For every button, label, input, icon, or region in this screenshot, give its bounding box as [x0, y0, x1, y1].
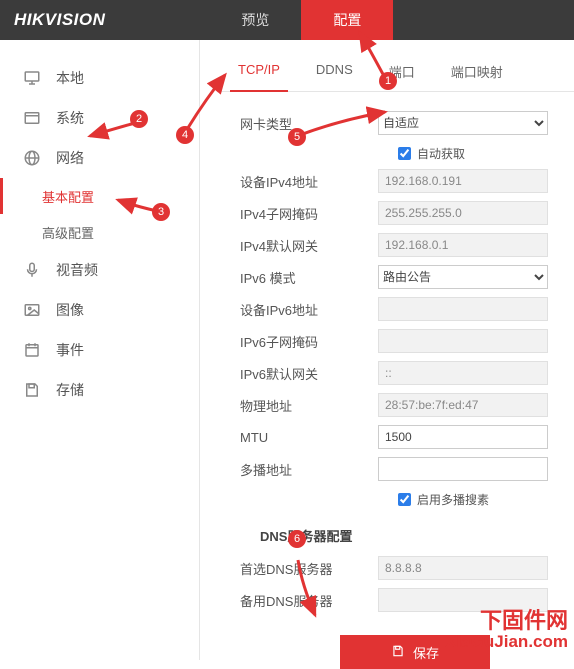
ipv4-mask-label: IPv4子网掩码 [240, 204, 378, 223]
subtab-tcpip[interactable]: TCP/IP [220, 56, 298, 91]
sidebar-item-av[interactable]: 视音频 [0, 250, 199, 290]
dns1-label: 首选DNS服务器 [240, 559, 378, 578]
mic-icon [22, 260, 42, 280]
content: TCP/IP DDNS 端口 端口映射 网卡类型 自适应 自动获取 设备IPv4… [200, 40, 574, 660]
mtu-input[interactable] [378, 425, 548, 449]
mtu-label: MTU [240, 430, 378, 445]
image-icon [22, 300, 42, 320]
ipv6-mode-label: IPv6 模式 [240, 268, 378, 287]
multicast-label: 多播地址 [240, 460, 378, 479]
sidebar-item-label: 图像 [56, 300, 84, 320]
save-icon [22, 380, 42, 400]
sidebar-item-label: 事件 [56, 340, 84, 360]
ipv6-addr-input [378, 297, 548, 321]
sidebar-item-label: 系统 [56, 108, 84, 128]
sidebar: 本地 系统 网络 基本配置 高级配置 视音频 图像 事件 存储 [0, 40, 200, 660]
ipv6-addr-label: 设备IPv6地址 [240, 300, 378, 319]
nav-config[interactable]: 配置 [301, 0, 393, 40]
sidebar-item-system[interactable]: 系统 [0, 98, 199, 138]
dns-section-title: DNS服务器配置 [240, 512, 574, 553]
ipv4-gw-input [378, 233, 548, 257]
ipv4-mask-input [378, 201, 548, 225]
window-icon [22, 108, 42, 128]
save-disk-icon [391, 644, 405, 661]
sidebar-item-label: 视音频 [56, 260, 98, 280]
ipv6-gw-label: IPv6默认网关 [240, 364, 378, 383]
sidebar-item-label: 存储 [56, 380, 84, 400]
dns2-label: 备用DNS服务器 [240, 591, 378, 610]
sidebar-item-label: 本地 [56, 68, 84, 88]
sidebar-item-network[interactable]: 网络 [0, 138, 199, 178]
watermark-line2: XiaGuJian.com [445, 633, 568, 652]
ipv4-addr-input [378, 169, 548, 193]
nic-type-select[interactable]: 自适应 [378, 111, 548, 135]
multicast-search-checkbox[interactable] [398, 493, 411, 506]
sidebar-sub-advanced[interactable]: 高级配置 [0, 214, 199, 250]
ipv6-mask-label: IPv6子网掩码 [240, 332, 378, 351]
ipv4-addr-label: 设备IPv4地址 [240, 172, 378, 191]
calendar-icon [22, 340, 42, 360]
save-button-label: 保存 [413, 643, 439, 662]
subtab-port[interactable]: 端口 [371, 56, 433, 91]
auto-obtain-checkbox[interactable] [398, 147, 411, 160]
ipv4-gw-label: IPv4默认网关 [240, 236, 378, 255]
mac-label: 物理地址 [240, 396, 378, 415]
dns1-input [378, 556, 548, 580]
logo: HIKVISION [0, 10, 119, 30]
multicast-search-label: 启用多播搜素 [417, 491, 489, 508]
sidebar-item-label: 网络 [56, 148, 84, 168]
nav-preview[interactable]: 预览 [209, 0, 301, 40]
ipv6-gw-input [378, 361, 548, 385]
auto-obtain-label: 自动获取 [417, 145, 465, 162]
multicast-input[interactable] [378, 457, 548, 481]
watermark-line1: 下固件网 [445, 609, 568, 633]
monitor-icon [22, 68, 42, 88]
watermark: 下固件网 XiaGuJian.com [445, 609, 568, 652]
globe-icon [22, 148, 42, 168]
mac-input [378, 393, 548, 417]
sidebar-sub-basic[interactable]: 基本配置 [0, 178, 199, 214]
subtab-ddns[interactable]: DDNS [298, 56, 371, 91]
sidebar-item-local[interactable]: 本地 [0, 58, 199, 98]
sidebar-item-storage[interactable]: 存储 [0, 370, 199, 410]
ipv6-mask-input [378, 329, 548, 353]
nic-type-label: 网卡类型 [240, 114, 378, 133]
ipv6-mode-select[interactable]: 路由公告 [378, 265, 548, 289]
sidebar-item-image[interactable]: 图像 [0, 290, 199, 330]
subtab-portmap[interactable]: 端口映射 [433, 56, 521, 91]
sidebar-item-event[interactable]: 事件 [0, 330, 199, 370]
